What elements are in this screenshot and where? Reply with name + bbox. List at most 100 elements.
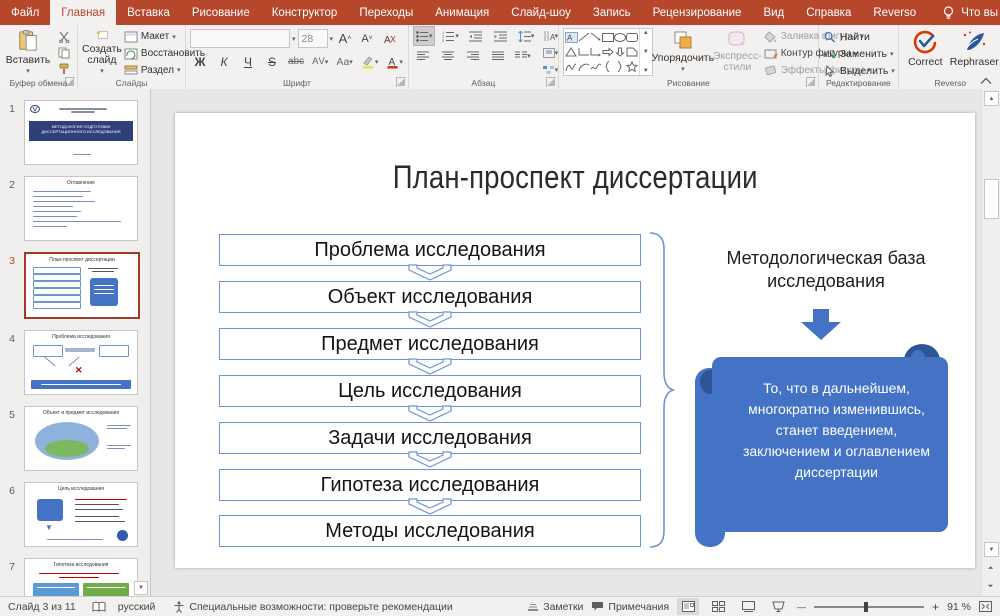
flow-box-tasks[interactable]: Задачи исследования — [219, 422, 641, 454]
shapes-gallery-scroll[interactable]: ▲▼▼ — [639, 29, 652, 75]
thumbnail-slide-2[interactable]: 2 Оглавление — [0, 176, 142, 241]
language-indicator[interactable]: русский — [118, 601, 156, 613]
copy-button[interactable] — [54, 45, 74, 60]
font-color-button[interactable]: А▾ — [384, 53, 405, 71]
format-painter-button[interactable] — [54, 62, 74, 77]
italic-button[interactable]: К — [214, 53, 234, 71]
change-case-button[interactable]: Аа▾ — [334, 53, 354, 71]
character-spacing-button[interactable]: АV▾ — [310, 53, 330, 71]
tab-review[interactable]: Рецензирование — [642, 0, 753, 25]
thumbnail-slide-5[interactable]: 5 Объект и предмет исследования — [0, 406, 142, 471]
align-left-button[interactable] — [413, 47, 433, 65]
font-name-combo[interactable] — [190, 29, 290, 48]
tab-slideshow[interactable]: Слайд-шоу — [500, 0, 582, 25]
thumbnail-slide-3-selected[interactable]: 3 План-проспект диссертации — [0, 252, 142, 319]
zoom-slider-thumb[interactable] — [864, 602, 868, 612]
justify-button[interactable] — [488, 47, 508, 65]
tab-help[interactable]: Справка — [795, 0, 862, 25]
flow-box-goal[interactable]: Цель исследования — [219, 375, 641, 407]
cut-button[interactable] — [54, 29, 74, 44]
strikethrough-button[interactable]: S — [262, 53, 282, 71]
normal-view-button[interactable] — [677, 598, 699, 615]
shapes-gallery[interactable]: A — [563, 28, 653, 76]
underline-button[interactable]: Ч — [238, 53, 258, 71]
fit-slide-button[interactable] — [979, 601, 992, 612]
line-spacing-button[interactable]: ▾ — [516, 27, 537, 45]
down-arrow-shape[interactable] — [799, 309, 843, 341]
reverso-correct-button[interactable]: Correct — [903, 28, 948, 77]
align-right-button[interactable] — [463, 47, 483, 65]
right-brace-shape[interactable] — [647, 231, 675, 549]
vertical-scroll-shape[interactable]: То, что в дальнейшем, многократно измени… — [695, 344, 948, 547]
scrollbar-thumb[interactable] — [984, 179, 999, 219]
tab-insert[interactable]: Вставка — [116, 0, 181, 25]
flow-box-object[interactable]: Объект исследования — [219, 281, 641, 313]
flow-box-methods[interactable]: Методы исследования — [219, 515, 641, 547]
thumbnail-scroll-down-button[interactable]: ▼ — [134, 581, 148, 595]
highlight-color-button[interactable]: ▾ — [359, 53, 381, 71]
thumbnail-slide-6[interactable]: 6 Цель исследования ▼ — [0, 482, 142, 547]
tab-transitions[interactable]: Переходы — [348, 0, 424, 25]
zoom-level[interactable]: 91 % — [947, 601, 971, 613]
collapse-ribbon-button[interactable] — [980, 77, 992, 85]
increase-indent-button[interactable] — [491, 27, 511, 45]
clear-format-button[interactable]: А — [379, 30, 399, 48]
subscript-abc-button[interactable]: abc — [286, 53, 306, 71]
slide-indicator[interactable]: Слайд 3 из 11 — [8, 601, 76, 613]
reverso-rephraser-button[interactable]: Rephraser — [950, 28, 999, 77]
find-button[interactable]: Найти — [823, 30, 895, 43]
paragraph-dialog-launcher[interactable] — [546, 77, 556, 87]
slide-3-editing-surface[interactable]: План-проспект диссертации Проблема иссле… — [175, 113, 975, 568]
next-slide-button[interactable]: ⏷ — [984, 580, 997, 593]
tab-view[interactable]: Вид — [752, 0, 795, 25]
accessibility-checker[interactable]: Специальные возможности: проверьте реком… — [173, 601, 452, 613]
flow-box-problem[interactable]: Проблема исследования — [219, 234, 641, 266]
shrink-font-button[interactable]: А˅ — [357, 30, 377, 48]
numbering-button[interactable]: 123▾ — [440, 27, 461, 45]
convert-smartart-button[interactable]: ▾ — [540, 62, 560, 77]
flow-box-hypothesis[interactable]: Гипотеза исследования — [219, 469, 641, 501]
align-text-button[interactable]: ▾ — [540, 45, 560, 60]
quick-styles-button[interactable]: Экспресс-стили — [713, 28, 762, 77]
replace-button[interactable]: ab Заменить▾ — [823, 47, 895, 60]
flow-box-subject[interactable]: Предмет исследования — [219, 328, 641, 360]
zoom-in-button[interactable]: + — [932, 600, 939, 614]
clipboard-dialog-launcher[interactable] — [65, 77, 75, 87]
text-direction-button[interactable]: А▾ — [540, 28, 560, 43]
thumbnail-slide-1[interactable]: 1 МЕТОДОЛОГИЯ ПОДГОТОВКИ ДИССЕРТАЦИОННОГ… — [0, 100, 142, 165]
slide-sorter-view-button[interactable] — [707, 598, 729, 615]
paste-button[interactable]: Вставить ▾ — [4, 28, 52, 77]
previous-slide-button[interactable]: ⏶ — [984, 562, 997, 575]
tab-design[interactable]: Конструктор — [261, 0, 349, 25]
methodology-heading[interactable]: Методологическая база исследования — [683, 247, 969, 293]
tab-animations[interactable]: Анимация — [424, 0, 500, 25]
arrange-button[interactable]: Упорядочить ▾ — [655, 28, 711, 77]
comments-toggle[interactable]: Примечания — [591, 601, 669, 613]
reading-view-button[interactable] — [737, 598, 759, 615]
thumbnail-slide-4[interactable]: 4 Проблема исследования ✕ — [0, 330, 142, 395]
slideshow-view-button[interactable] — [767, 598, 789, 615]
columns-button[interactable]: ▾ — [513, 47, 533, 65]
bullets-button[interactable]: ▾ — [413, 26, 436, 46]
tell-me-box[interactable]: Что вы хотите сделать? — [927, 0, 1000, 25]
scroll-up-button[interactable]: ▲ — [984, 91, 999, 106]
zoom-slider[interactable] — [814, 606, 924, 608]
font-dialog-launcher[interactable] — [396, 77, 406, 87]
tab-draw[interactable]: Рисование — [181, 0, 261, 25]
drawing-dialog-launcher[interactable] — [806, 77, 816, 87]
align-center-button[interactable] — [438, 47, 458, 65]
tab-home[interactable]: Главная — [50, 0, 116, 25]
tab-file[interactable]: Файл — [0, 0, 50, 25]
zoom-out-button[interactable]: — — [797, 602, 806, 612]
spellcheck-icon[interactable] — [92, 601, 106, 613]
slide-title[interactable]: План-проспект диссертации — [175, 159, 975, 196]
new-slide-button[interactable]: Создать слайд ▾ — [82, 28, 122, 77]
font-size-combo[interactable]: 28 — [298, 29, 328, 48]
select-button[interactable]: Выделить▾ — [823, 64, 895, 77]
vertical-scrollbar[interactable]: ▲ ▼ ⏶ ⏷ — [981, 89, 1000, 597]
scroll-down-button[interactable]: ▼ — [984, 542, 999, 557]
tab-reverso[interactable]: Reverso — [862, 0, 927, 25]
notes-toggle[interactable]: Заметки — [527, 601, 583, 613]
bold-button[interactable]: Ж — [190, 53, 210, 71]
tab-record[interactable]: Запись — [582, 0, 642, 25]
